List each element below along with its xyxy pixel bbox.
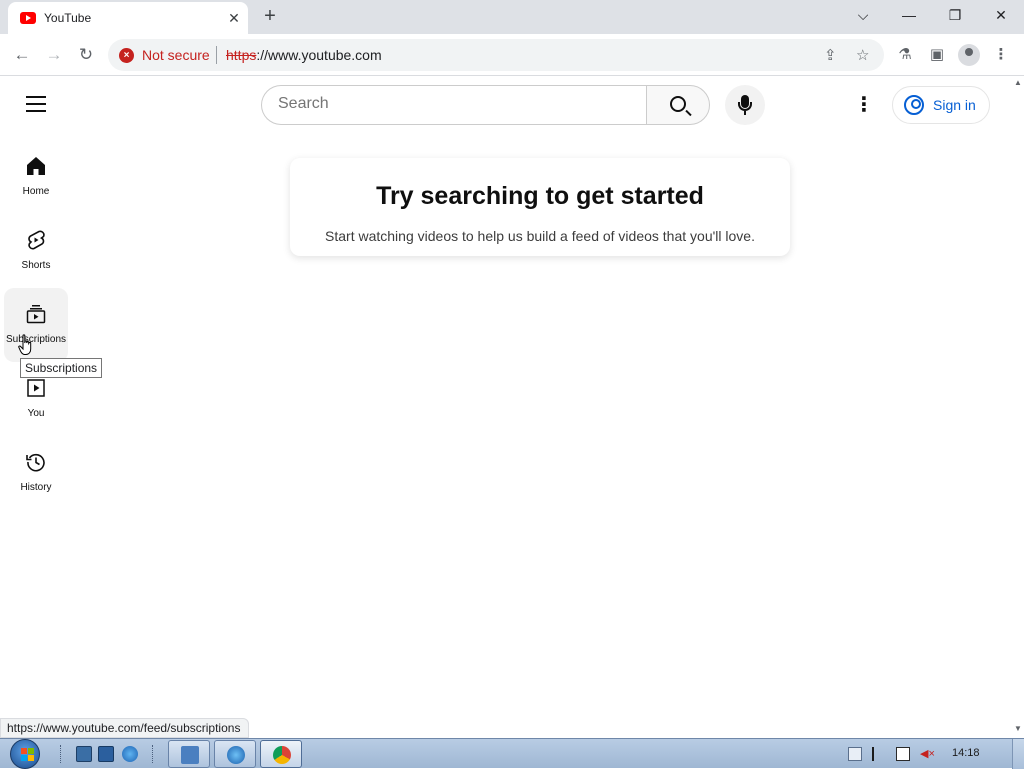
voice-search-button[interactable] [725,85,765,125]
profile-avatar-icon[interactable] [958,44,980,66]
search-button[interactable] [646,85,710,125]
taskbar-clock[interactable]: 14:18 [952,747,980,759]
not-secure-warning-icon[interactable]: × [119,48,134,63]
show-desktop-quicklaunch-icon[interactable] [76,746,92,762]
side-panel-icon[interactable]: ▣ [926,44,948,66]
tab-strip: YouTube ✕ + ⌵ — ❐ ✕ [0,0,1024,34]
browser-menu-icon[interactable]: ⋮ [990,44,1012,66]
close-tab-icon[interactable]: ✕ [224,8,244,28]
taskbar-app-button[interactable] [168,740,210,768]
back-arrow-icon[interactable]: ← [10,43,34,67]
search-prompt-card: Try searching to get started Start watch… [290,158,790,256]
guide-item-shorts[interactable]: Shorts [4,214,68,288]
divider [216,46,217,64]
internet-explorer-icon[interactable] [122,746,138,762]
scroll-up-arrow-icon[interactable]: ▲ [1012,78,1024,88]
new-tab-button[interactable]: + [258,5,282,29]
subscriptions-icon [26,305,46,324]
guide-item-history[interactable]: History [4,436,68,510]
more-options-icon[interactable]: ⋮ [852,93,876,117]
not-secure-label[interactable]: Not secure [142,47,210,63]
guide-item-label: Subscriptions [5,334,67,345]
search-icon [670,96,686,112]
shorts-icon [28,230,45,250]
search-input[interactable] [278,95,628,113]
sign-in-label: Sign in [933,97,976,113]
you-icon [27,379,45,397]
tab-youtube[interactable]: YouTube ✕ [8,2,248,34]
youtube-favicon-icon [20,12,36,24]
taskbar-ie-button[interactable] [214,740,256,768]
search-box[interactable] [261,85,647,125]
guide-item-label: History [20,482,52,493]
taskbar-chrome-button[interactable] [260,740,302,768]
guide-menu-icon[interactable] [26,96,46,112]
prompt-subtitle: Start watching videos to help us build a… [325,228,755,244]
share-icon[interactable]: ⇪ [824,46,837,64]
link-status-url: https://www.youtube.com/feed/subscriptio… [0,718,250,738]
reload-icon[interactable]: ↻ [74,43,98,67]
url-scheme: https [226,47,257,63]
subscriptions-tooltip: Subscriptions [20,358,103,378]
internet-explorer-icon [227,746,245,764]
address-bar[interactable]: × Not secure https://www.youtube.com ⇪ ☆ [108,39,884,71]
minimize-button[interactable]: — [886,0,932,30]
windows-taskbar: ◀× 14:18 [0,738,1024,769]
home-icon [27,157,45,175]
taskbar-grip[interactable] [152,745,155,763]
start-button[interactable] [8,739,44,769]
account-circle-icon [904,95,924,115]
show-desktop-button[interactable] [1012,739,1024,769]
forward-arrow-icon[interactable]: → [42,43,66,67]
url-host: ://www.youtube.com [256,47,382,63]
guide-item-label: Shorts [21,260,51,271]
close-window-button[interactable]: ✕ [978,0,1024,30]
tab-title: YouTube [44,11,92,25]
guide-item-subscriptions[interactable]: Subscriptions [4,288,68,362]
notes-tray-icon[interactable] [848,747,862,761]
hand-cursor-icon [18,334,32,355]
guide-item-home[interactable]: Home [4,140,68,214]
prompt-title: Try searching to get started [376,182,704,210]
switch-windows-icon[interactable] [98,746,114,762]
chrome-icon [273,746,291,764]
windows-logo-icon [10,739,40,769]
browser-toolbar: ← → ↻ × Not secure https://www.youtube.c… [0,34,1024,76]
guide-item-label: Home [22,186,50,197]
sign-in-button[interactable]: Sign in [892,86,990,124]
tab-search-icon[interactable]: ⌵ [840,0,886,30]
restore-button[interactable]: ❐ [932,0,978,30]
taskbar-grip[interactable] [60,745,63,763]
url-text[interactable]: https://www.youtube.com [226,47,382,63]
action-center-flag-icon[interactable] [872,747,886,761]
scroll-down-arrow-icon[interactable]: ▼ [1012,724,1024,734]
bookmark-star-icon[interactable]: ☆ [856,46,869,64]
volume-muted-icon[interactable]: ◀× [920,747,935,761]
extensions-icon[interactable]: ⚗ [894,44,916,66]
control-panel-icon [181,746,199,764]
guide-item-label: You [27,408,45,419]
network-icon[interactable] [896,747,910,761]
history-icon [26,453,45,472]
